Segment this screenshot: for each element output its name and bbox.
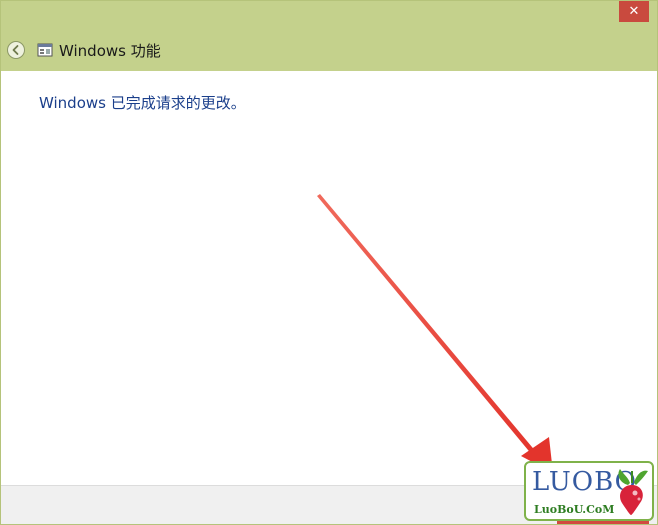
site-watermark: LUOBO LuoBoU.CoM — [524, 461, 654, 521]
windows-features-icon — [37, 43, 53, 57]
back-arrow-icon — [12, 45, 19, 55]
radish-icon — [618, 469, 648, 515]
window-close-button[interactable]: ✕ — [619, 1, 649, 22]
annotation-arrow — [317, 194, 553, 473]
arrow-shaft — [317, 194, 537, 456]
completion-message: Windows 已完成请求的更改。 — [39, 94, 246, 112]
window-title: Windows 功能 — [59, 42, 161, 60]
watermark-url: LuoBoU.CoM — [534, 503, 615, 516]
title-bar: ✕ Windows 功能 — [1, 1, 657, 71]
windows-features-dialog: ✕ Windows 功能 Windows 已完成请求的更改。 LUOBO Luo… — [0, 0, 658, 525]
back-button[interactable] — [7, 41, 25, 59]
close-icon: ✕ — [628, 4, 640, 19]
